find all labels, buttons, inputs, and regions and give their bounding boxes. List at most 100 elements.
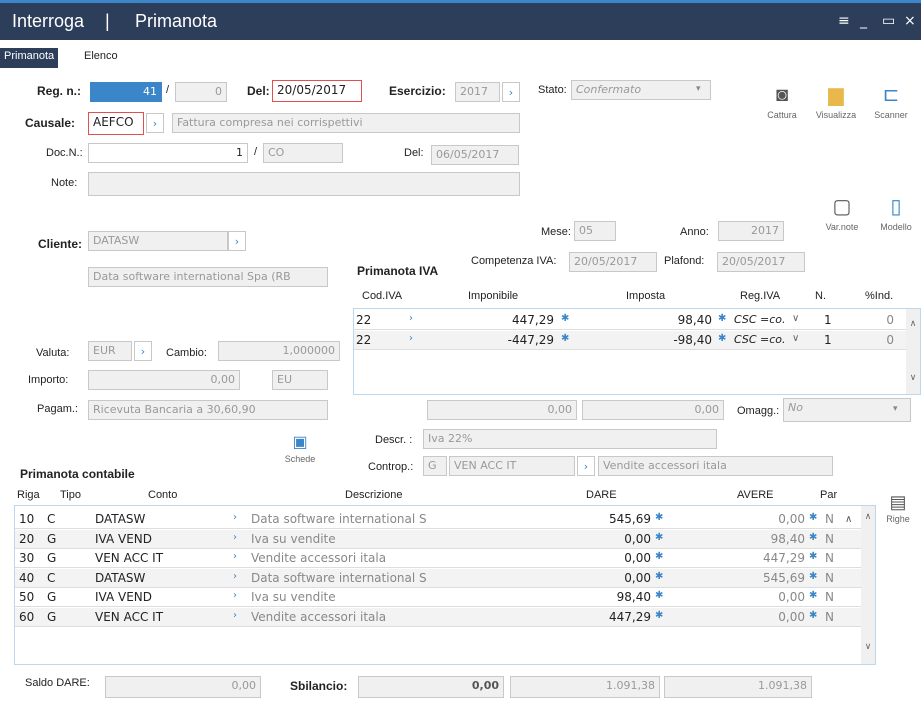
avere-cell[interactable]: 545,69 [665, 571, 805, 585]
dare-cell[interactable]: 545,69 [515, 512, 651, 526]
importo-field[interactable]: 0,00 [88, 370, 240, 390]
tipo-cell[interactable]: G [47, 551, 56, 565]
calculator-icon[interactable]: ✱ [809, 571, 817, 582]
par-cell[interactable]: N [825, 532, 834, 546]
tipo-cell[interactable]: G [47, 590, 56, 604]
iva-imponibile-cell[interactable]: 447,29 [454, 313, 554, 327]
zoom-arrow-icon[interactable]: › [233, 512, 237, 523]
menu-title[interactable]: Interroga [12, 11, 84, 32]
table-row[interactable]: 30 G VEN ACC IT › Vendite accessori itala 0,0… [15, 549, 861, 568]
descrizione-cell[interactable]: Data software international S [251, 571, 427, 585]
calculator-icon[interactable]: ✱ [718, 333, 726, 344]
causale-zoom-icon[interactable]: › [146, 113, 164, 133]
descr-field[interactable]: Iva 22% [423, 429, 717, 449]
controp-tipo-field[interactable]: G [423, 456, 447, 476]
contabile-scrollbar[interactable]: ∧ ∨ [861, 506, 875, 664]
zoom-arrow-icon[interactable]: › [233, 610, 237, 621]
maximize-icon[interactable]: ▭ [882, 13, 895, 29]
avere-cell[interactable]: 98,40 [665, 532, 805, 546]
reg-number-field[interactable]: 41 [90, 82, 162, 102]
controp-zoom-icon[interactable]: › [577, 456, 595, 476]
calculator-icon[interactable]: ✱ [655, 512, 663, 523]
iva-ind-cell[interactable]: 0 [864, 313, 894, 327]
descrizione-cell[interactable]: Vendite accessori itala [251, 610, 386, 624]
calculator-icon[interactable]: ✱ [809, 512, 817, 523]
calculator-icon[interactable]: ✱ [809, 610, 817, 621]
plafond-field[interactable]: 20/05/2017 [717, 252, 805, 272]
table-row[interactable]: 22 › -447,29 ✱ -98,40 ✱ CSC =co. ∨ 1 0 [354, 331, 906, 350]
scroll-down-icon[interactable]: ∨ [906, 373, 920, 383]
riga-cell[interactable]: 30 [19, 551, 34, 565]
cambio-field[interactable]: 1,000000 [218, 341, 340, 361]
minimize-icon[interactable]: _ [860, 13, 867, 29]
iva-cod-cell[interactable]: 22 [356, 313, 371, 327]
iva-imposta-cell[interactable]: -98,40 [614, 333, 712, 347]
mese-field[interactable]: 05 [574, 221, 616, 241]
tab-elenco[interactable]: Elenco [80, 48, 122, 68]
cliente-zoom-icon[interactable]: › [228, 231, 246, 251]
conto-cell[interactable]: DATASW [95, 512, 145, 526]
docn-series-field[interactable]: CO [263, 143, 343, 163]
calculator-icon[interactable]: ✱ [561, 313, 569, 324]
zoom-arrow-icon[interactable]: › [409, 313, 413, 324]
competenza-field[interactable]: 20/05/2017 [569, 252, 657, 272]
cliente-code-field[interactable]: DATASW [88, 231, 228, 251]
zoom-arrow-icon[interactable]: › [233, 571, 237, 582]
dare-cell[interactable]: 0,00 [515, 551, 651, 565]
avere-cell[interactable]: 0,00 [665, 590, 805, 604]
esercizio-zoom-icon[interactable]: › [502, 82, 520, 102]
calculator-icon[interactable]: ✱ [718, 313, 726, 324]
scroll-down-icon[interactable]: ∨ [861, 642, 875, 652]
calculator-icon[interactable]: ✱ [655, 532, 663, 543]
anno-field[interactable]: 2017 [718, 221, 784, 241]
par-cell[interactable]: N [825, 590, 834, 604]
descrizione-cell[interactable]: Vendite accessori itala [251, 551, 386, 565]
par-cell[interactable]: N [825, 551, 834, 565]
conto-cell[interactable]: DATASW [95, 571, 145, 585]
dare-cell[interactable]: 0,00 [515, 571, 651, 585]
table-row[interactable]: 60 G VEN ACC IT › Vendite accessori itala 447… [15, 607, 861, 627]
avere-cell[interactable]: 0,00 [665, 610, 805, 624]
table-row[interactable]: 22 › 447,29 ✱ 98,40 ✱ CSC =co. ∨ 1 0 [354, 311, 906, 330]
iva-imposta-cell[interactable]: 98,40 [614, 313, 712, 327]
zoom-arrow-icon[interactable]: › [233, 532, 237, 543]
var-note-button[interactable]: ▢ Var.note [818, 192, 866, 244]
iva-n-cell[interactable]: 1 [824, 313, 832, 327]
iva-reg-cell[interactable]: CSC =co. [734, 333, 786, 346]
iva-n-cell[interactable]: 1 [824, 333, 832, 347]
iva-scrollbar[interactable]: ∧ ∨ [906, 309, 920, 394]
calculator-icon[interactable]: ✱ [809, 551, 817, 562]
schede-button[interactable]: ▣ Schede [282, 432, 318, 478]
riga-cell[interactable]: 50 [19, 590, 34, 604]
riga-cell[interactable]: 10 [19, 512, 34, 526]
riga-cell[interactable]: 60 [19, 610, 34, 624]
table-row[interactable]: 40 C DATASW › Data software international S 0… [15, 568, 861, 588]
cattura-button[interactable]: ◙ Cattura [758, 80, 806, 132]
scroll-up-icon[interactable]: ∧ [906, 319, 920, 329]
riga-cell[interactable]: 40 [19, 571, 34, 585]
note-field[interactable] [88, 172, 520, 196]
calculator-icon[interactable]: ✱ [655, 551, 663, 562]
causale-code-field[interactable]: AEFCO [88, 112, 144, 135]
descrizione-cell[interactable]: Iva su vendite [251, 590, 336, 604]
conto-cell[interactable]: IVA VEND [95, 532, 152, 546]
row-scroll-up-icon[interactable]: ∧ [845, 514, 852, 525]
reg-sub-field[interactable]: 0 [175, 82, 227, 102]
table-row[interactable]: 20 G IVA VEND › Iva su vendite 0,00 ✱ 98,40 ✱ N [15, 529, 861, 549]
docdel-field[interactable]: 06/05/2017 [431, 145, 519, 165]
table-row[interactable]: 10 C DATASW › Data software international S 5… [15, 510, 861, 529]
righe-button[interactable]: ▤ Righe [880, 490, 916, 536]
par-cell[interactable]: N [825, 512, 834, 526]
avere-cell[interactable]: 447,29 [665, 551, 805, 565]
par-cell[interactable]: N [825, 571, 834, 585]
omagg-select[interactable]: No [783, 398, 911, 422]
calculator-icon[interactable]: ✱ [809, 590, 817, 601]
zoom-arrow-icon[interactable]: › [233, 590, 237, 601]
chevron-down-icon[interactable]: ∨ [792, 333, 799, 344]
menu-icon[interactable]: ≡ [838, 13, 850, 29]
visualizza-button[interactable]: ▆ Visualizza [812, 80, 860, 132]
calculator-icon[interactable]: ✱ [809, 532, 817, 543]
importo-unit-field[interactable]: EU [272, 370, 328, 390]
conto-cell[interactable]: IVA VEND [95, 590, 152, 604]
scroll-up-icon[interactable]: ∧ [861, 512, 875, 522]
